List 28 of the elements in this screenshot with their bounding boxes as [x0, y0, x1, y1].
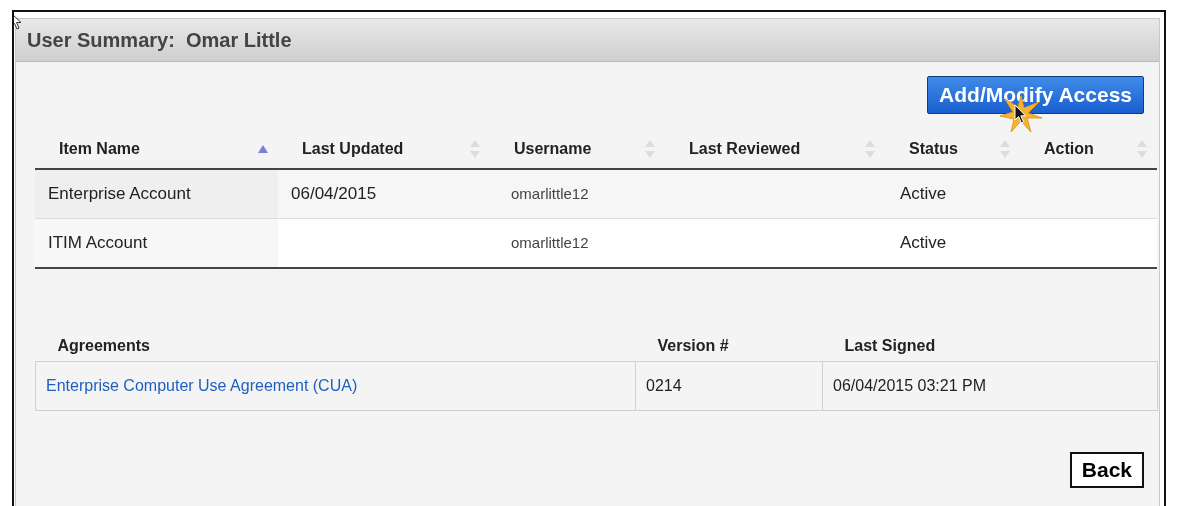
panel-title: User Summary: Omar Little	[27, 28, 292, 52]
table-cell: Active	[900, 233, 947, 252]
table-cell: ITIM Account	[48, 233, 148, 252]
column-header[interactable]: Status	[909, 140, 958, 158]
table-cell: omarlittle12	[511, 185, 589, 202]
sort-icon[interactable]	[1000, 140, 1010, 158]
sort-icon[interactable]	[865, 140, 875, 158]
table-cell: omarlittle12	[511, 234, 589, 251]
column-header: Last Signed	[844, 337, 936, 354]
sort-icon[interactable]	[470, 140, 480, 158]
column-header[interactable]: Username	[514, 140, 592, 158]
table-cell: 06/04/2015	[291, 184, 377, 203]
column-header: Agreements	[57, 337, 150, 354]
table-cell: 0214	[646, 377, 682, 394]
sort-icon[interactable]	[645, 140, 655, 158]
column-header: Version #	[657, 337, 729, 354]
sort-ascending-icon[interactable]	[258, 145, 268, 153]
column-header[interactable]: Last Reviewed	[689, 140, 801, 158]
sort-icon[interactable]	[1137, 140, 1147, 158]
column-header[interactable]: Action	[1044, 140, 1094, 158]
table-cell: Active	[900, 184, 947, 203]
agreement-link[interactable]: Enterprise Computer Use Agreement (CUA)	[46, 377, 358, 394]
column-header[interactable]: Item Name	[59, 140, 140, 158]
add-modify-access-button[interactable]: Add/Modify Access	[927, 76, 1144, 114]
back-button[interactable]: Back	[1069, 452, 1144, 488]
table-cell: Enterprise Account	[48, 184, 191, 203]
table-cell: 06/04/2015 03:21 PM	[833, 377, 986, 394]
column-header[interactable]: Last Updated	[302, 140, 404, 158]
